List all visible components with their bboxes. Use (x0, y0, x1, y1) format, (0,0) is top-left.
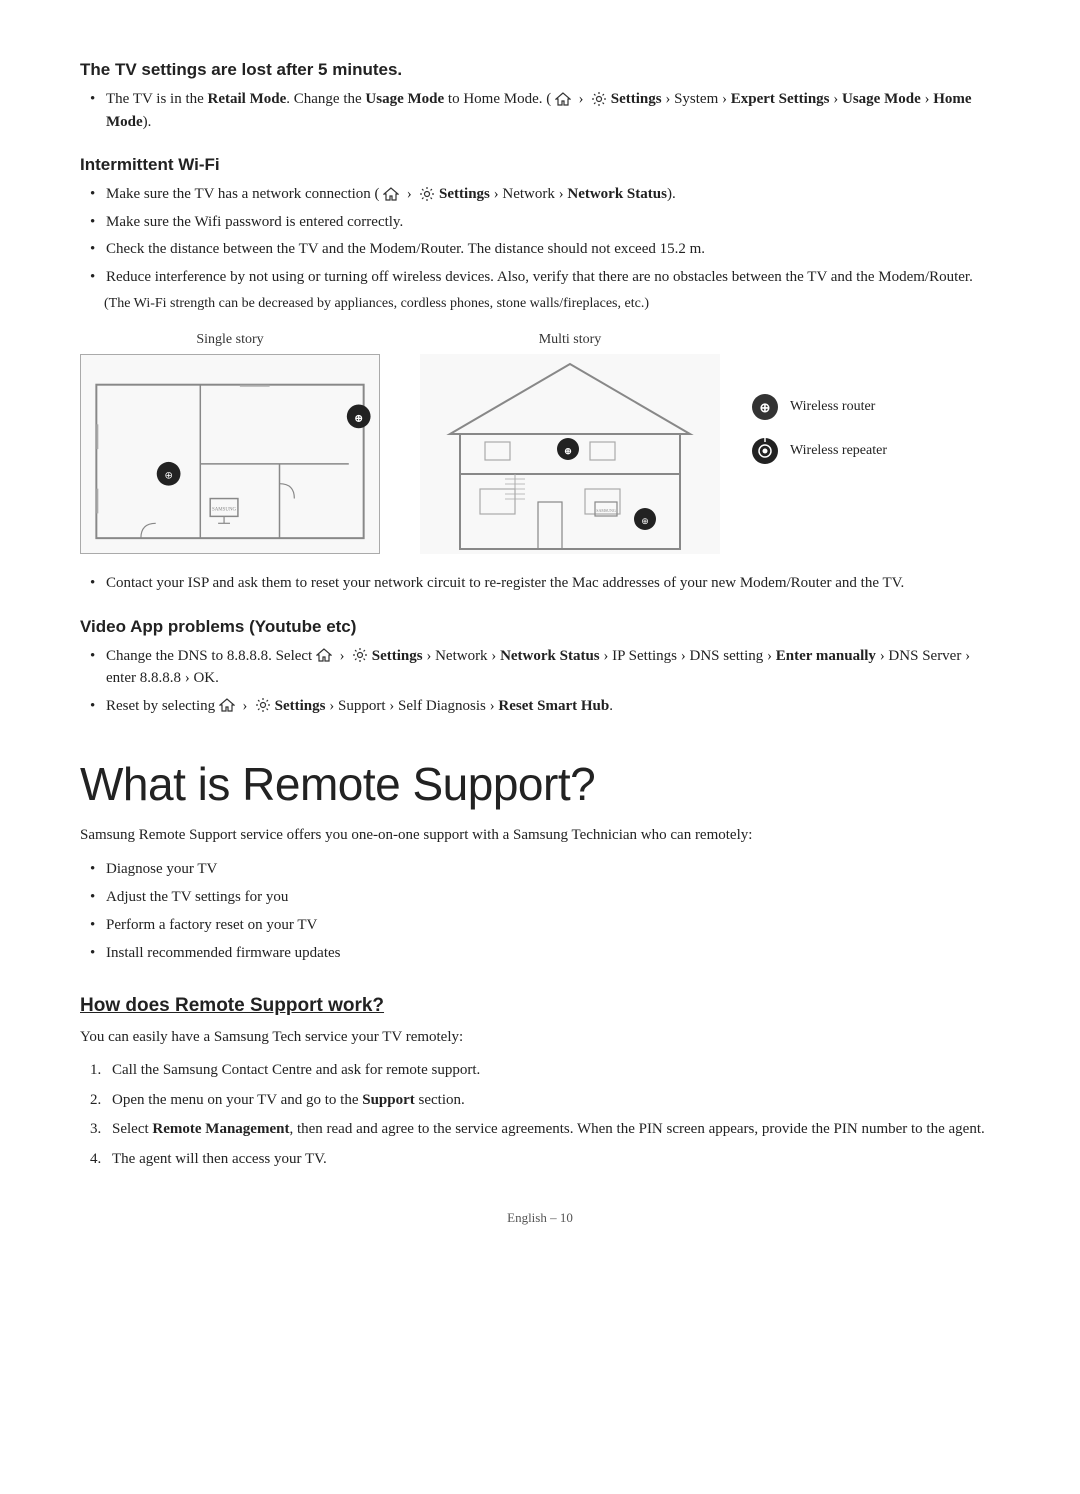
multi-story-label: Multi story (539, 332, 602, 348)
settings-icon-1 (591, 91, 611, 107)
single-story-svg: ⊕ ⊕ SAMSUNG (80, 354, 380, 554)
svg-text:SAMSUNG: SAMSUNG (596, 508, 616, 513)
wifi-bullets: Make sure the TV has a network connectio… (80, 183, 1000, 288)
rs-bullet-1: Diagnose your TV (90, 857, 1000, 881)
video-bullet-1: Change the DNS to 8.8.8.8. Select › Sett… (90, 645, 1000, 690)
router-icon: ⊕ (750, 392, 780, 422)
footer: English – 10 (80, 1210, 1000, 1226)
wifi-bullet-1: Make sure the TV has a network connectio… (90, 183, 1000, 206)
wifi-note: (The Wi-Fi strength can be decreased by … (104, 293, 1000, 314)
video-app-bullets: Change the DNS to 8.8.8.8. Select › Sett… (80, 645, 1000, 718)
legend-repeater: Wireless repeater (750, 436, 887, 466)
wifi-contact-bullet: Contact your ISP and ask them to reset y… (80, 572, 1000, 595)
tv-settings-bullets: The TV is in the Retail Mode. Change the… (80, 88, 1000, 133)
tv-settings-title: The TV settings are lost after 5 minutes… (80, 60, 1000, 80)
svg-text:⊕: ⊕ (760, 400, 771, 415)
remote-support-intro: Samsung Remote Support service offers yo… (80, 823, 1000, 847)
remote-support-title: What is Remote Support? (80, 757, 1000, 811)
how-does-steps: 1. Call the Samsung Contact Centre and a… (80, 1059, 1000, 1170)
wifi-title: Intermittent Wi-Fi (80, 155, 1000, 175)
wifi-bullet-2: Make sure the Wifi password is entered c… (90, 211, 1000, 234)
video-app-title: Video App problems (Youtube etc) (80, 617, 1000, 637)
svg-text:⊕: ⊕ (564, 446, 572, 456)
multi-story-svg: SAMSUNG ⊕ ⊕ (420, 354, 720, 554)
how-does-intro: You can easily have a Samsung Tech servi… (80, 1025, 1000, 1049)
repeater-icon (750, 436, 780, 466)
video-app-section: Video App problems (Youtube etc) Change … (80, 617, 1000, 718)
footer-text: English – 10 (507, 1210, 573, 1225)
rs-bullet-4: Install recommended firmware updates (90, 941, 1000, 965)
svg-text:⊕: ⊕ (164, 471, 172, 482)
svg-text:⊕: ⊕ (641, 516, 649, 526)
single-story-diagram: Single story ⊕ ⊕ (80, 332, 380, 554)
step-1: 1. Call the Samsung Contact Centre and a… (90, 1059, 1000, 1082)
tv-settings-section: The TV settings are lost after 5 minutes… (80, 60, 1000, 133)
how-does-section: How does Remote Support work? You can ea… (80, 995, 1000, 1170)
repeater-label: Wireless repeater (790, 443, 887, 459)
router-label: Wireless router (790, 399, 875, 415)
rs-bullet-2: Adjust the TV settings for you (90, 885, 1000, 909)
tv-settings-bullet-1: The TV is in the Retail Mode. Change the… (90, 88, 1000, 133)
remote-support-section: What is Remote Support? Samsung Remote S… (80, 757, 1000, 965)
step-2: 2. Open the menu on your TV and go to th… (90, 1089, 1000, 1112)
svg-text:SAMSUNG: SAMSUNG (212, 507, 237, 512)
rs-bullet-3: Perform a factory reset on your TV (90, 913, 1000, 937)
step-3: 3. Select Remote Management, then read a… (90, 1118, 1000, 1141)
how-does-title: How does Remote Support work? (80, 995, 1000, 1017)
multi-story-diagram: Multi story (420, 332, 720, 554)
wifi-diagram-area: Single story ⊕ ⊕ (80, 332, 1000, 554)
single-story-label: Single story (196, 332, 263, 348)
wifi-bullet-3: Check the distance between the TV and th… (90, 238, 1000, 261)
wifi-section: Intermittent Wi-Fi Make sure the TV has … (80, 155, 1000, 595)
wifi-legend: ⊕ Wireless router Wireless repeater (750, 332, 887, 466)
remote-support-bullets: Diagnose your TV Adjust the TV settings … (80, 857, 1000, 965)
step-4: 4. The agent will then access your TV. (90, 1148, 1000, 1171)
home-icon (551, 91, 575, 107)
wifi-bullet-4: Reduce interference by not using or turn… (90, 266, 1000, 289)
video-bullet-2: Reset by selecting › Settings › Support … (90, 695, 1000, 718)
svg-text:⊕: ⊕ (355, 413, 363, 424)
wifi-bullet-5: Contact your ISP and ask them to reset y… (90, 572, 1000, 595)
legend-router: ⊕ Wireless router (750, 392, 887, 422)
